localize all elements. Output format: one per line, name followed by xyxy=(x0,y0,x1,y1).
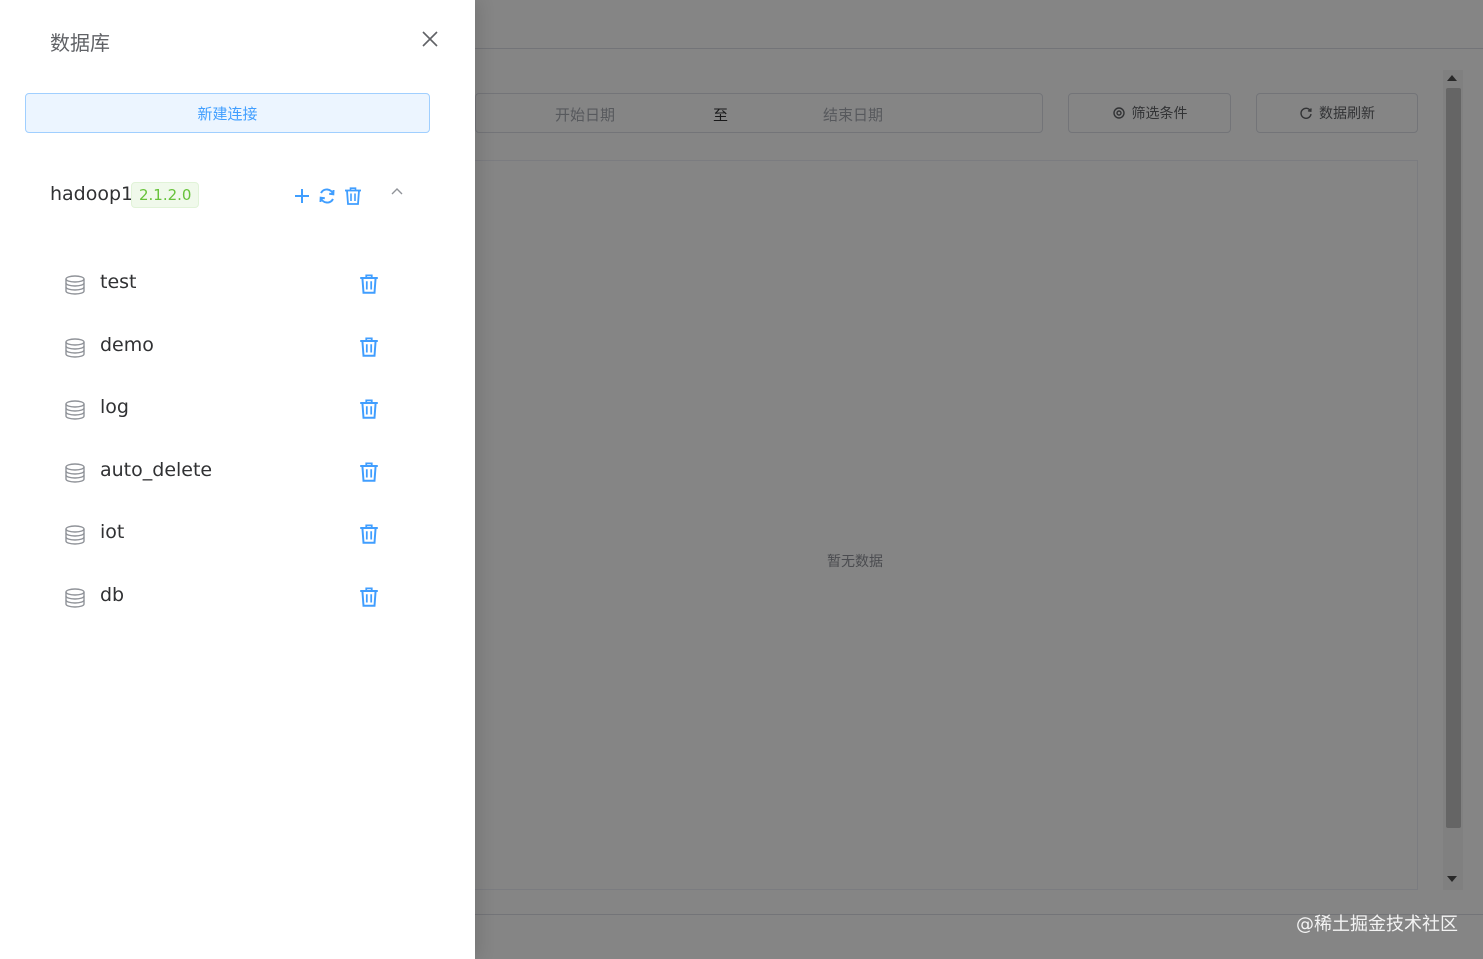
database-name: db xyxy=(100,583,125,606)
plus-icon[interactable] xyxy=(292,186,312,206)
trash-icon[interactable] xyxy=(358,523,380,545)
database-item[interactable]: iot xyxy=(50,512,400,556)
database-item[interactable]: auto_delete xyxy=(50,450,400,494)
database-drawer: 数据库 新建连接 hadoop1 2.1.2.0 test demo log auto… xyxy=(0,0,475,959)
database-item[interactable]: test xyxy=(50,262,400,306)
new-connection-button[interactable]: 新建连接 xyxy=(25,93,430,133)
database-item[interactable]: db xyxy=(50,575,400,619)
trash-icon[interactable] xyxy=(358,336,380,358)
connection-name[interactable]: hadoop1 xyxy=(50,183,133,205)
refresh-icon[interactable] xyxy=(317,186,337,206)
database-icon xyxy=(65,400,85,420)
new-connection-label: 新建连接 xyxy=(197,104,258,123)
database-name: demo xyxy=(100,333,154,356)
trash-icon[interactable] xyxy=(358,461,380,483)
database-icon xyxy=(65,337,85,358)
trash-icon[interactable] xyxy=(358,398,380,420)
database-icon xyxy=(65,587,85,608)
watermark: @稀土掘金技术社区 xyxy=(1296,914,1458,935)
trash-icon[interactable] xyxy=(358,273,380,295)
version-badge: 2.1.2.0 xyxy=(131,182,200,208)
close-icon[interactable] xyxy=(418,27,442,51)
database-item[interactable]: demo xyxy=(50,325,400,369)
database-name: log xyxy=(100,396,129,418)
database-name: iot xyxy=(100,521,125,543)
database-item[interactable]: log xyxy=(50,387,400,431)
trash-icon[interactable] xyxy=(358,586,380,608)
drawer-title: 数据库 xyxy=(50,31,110,55)
database-icon xyxy=(65,275,85,295)
database-name: test xyxy=(100,271,137,293)
database-icon xyxy=(65,462,85,483)
chevron-up-icon[interactable] xyxy=(389,184,405,200)
database-name: auto_delete xyxy=(100,458,213,481)
database-icon xyxy=(65,525,85,545)
trash-icon[interactable] xyxy=(343,186,363,206)
